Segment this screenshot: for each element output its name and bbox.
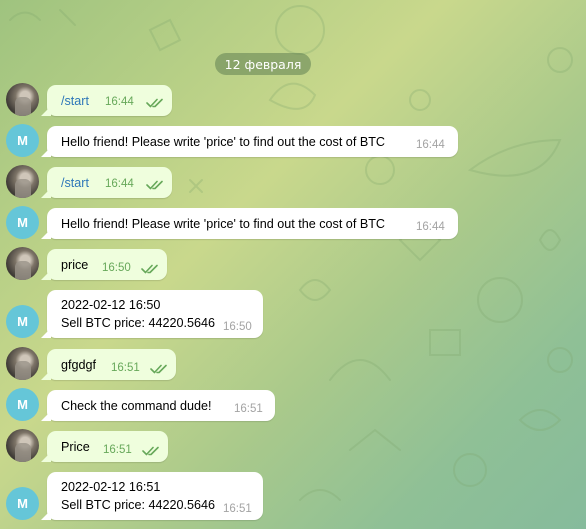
double-check-icon <box>146 180 163 190</box>
message-time: 16:51 <box>111 362 140 374</box>
user-avatar[interactable] <box>6 165 39 198</box>
date-separator: 12 февраля <box>215 53 311 75</box>
incoming-message-bubble[interactable]: 2022-02-12 16:51 Sell BTC price: 44220.5… <box>47 472 263 520</box>
user-avatar[interactable] <box>6 429 39 462</box>
message-time: 16:51 <box>223 503 252 515</box>
outgoing-message-row: Price 16:51 <box>0 429 586 462</box>
incoming-message-bubble[interactable]: 2022-02-12 16:50 Sell BTC price: 44220.5… <box>47 290 263 338</box>
command-link[interactable]: /start <box>61 92 89 110</box>
command-link[interactable]: /start <box>61 174 89 192</box>
double-check-icon <box>150 364 167 374</box>
outgoing-message-bubble[interactable]: Price 16:51 <box>47 431 168 462</box>
outgoing-message-bubble[interactable]: /start 16:44 <box>47 167 172 198</box>
message-text: Hello friend! Please write 'price' to fi… <box>61 135 386 149</box>
incoming-message-bubble[interactable]: Hello friend! Please write 'price' to fi… <box>47 208 458 239</box>
bot-avatar-letter: M <box>17 314 28 329</box>
bot-avatar[interactable]: M <box>6 305 39 338</box>
bot-avatar[interactable]: M <box>6 124 39 157</box>
outgoing-message-row: /start 16:44 <box>0 165 586 198</box>
incoming-message-row: M Hello friend! Please write 'price' to f… <box>0 206 586 239</box>
double-check-icon <box>142 446 159 456</box>
outgoing-message-bubble[interactable]: gfgdgf 16:51 <box>47 349 176 380</box>
message-text: 2022-02-12 16:50 Sell BTC price: 44220.5… <box>61 298 216 330</box>
incoming-message-bubble[interactable]: Hello friend! Please write 'price' to fi… <box>47 126 458 157</box>
message-time: 16:44 <box>416 221 445 233</box>
bot-avatar[interactable]: M <box>6 388 39 421</box>
message-text: 2022-02-12 16:51 Sell BTC price: 44220.5… <box>61 480 216 512</box>
outgoing-message-bubble[interactable]: price 16:50 <box>47 249 167 280</box>
bot-avatar[interactable]: M <box>6 206 39 239</box>
message-time: 16:51 <box>103 444 132 456</box>
message-time: 16:44 <box>105 96 134 108</box>
message-time: 16:50 <box>223 321 252 333</box>
bot-avatar-letter: M <box>17 215 28 230</box>
user-avatar[interactable] <box>6 247 39 280</box>
double-check-icon <box>141 264 158 274</box>
message-time: 16:50 <box>102 262 131 274</box>
user-avatar[interactable] <box>6 347 39 380</box>
message-time: 16:44 <box>105 178 134 190</box>
message-text: price <box>61 258 89 272</box>
double-check-icon <box>146 98 163 108</box>
outgoing-message-row: /start 16:44 <box>0 83 586 116</box>
message-text: Price <box>61 440 90 454</box>
incoming-message-row: M 2022-02-12 16:50 Sell BTC price: 44220.… <box>0 290 586 338</box>
message-time: 16:44 <box>416 139 445 151</box>
bot-avatar-letter: M <box>17 133 28 148</box>
message-time: 16:51 <box>234 403 263 415</box>
message-text: gfgdgf <box>61 358 97 372</box>
outgoing-message-row: price 16:50 <box>0 247 586 280</box>
incoming-message-row: M Check the command dude! 16:51 <box>0 388 586 421</box>
outgoing-message-bubble[interactable]: /start 16:44 <box>47 85 172 116</box>
incoming-message-bubble[interactable]: Check the command dude! 16:51 <box>47 390 275 421</box>
outgoing-message-row: gfgdgf 16:51 <box>0 347 586 380</box>
bot-avatar-letter: M <box>17 496 28 511</box>
incoming-message-row: M Hello friend! Please write 'price' to f… <box>0 124 586 157</box>
bot-avatar[interactable]: M <box>6 487 39 520</box>
message-text: Hello friend! Please write 'price' to fi… <box>61 217 386 231</box>
message-text: Check the command dude! <box>61 399 212 413</box>
incoming-message-row: M 2022-02-12 16:51 Sell BTC price: 44220.… <box>0 472 586 520</box>
bot-avatar-letter: M <box>17 397 28 412</box>
user-avatar[interactable] <box>6 83 39 116</box>
